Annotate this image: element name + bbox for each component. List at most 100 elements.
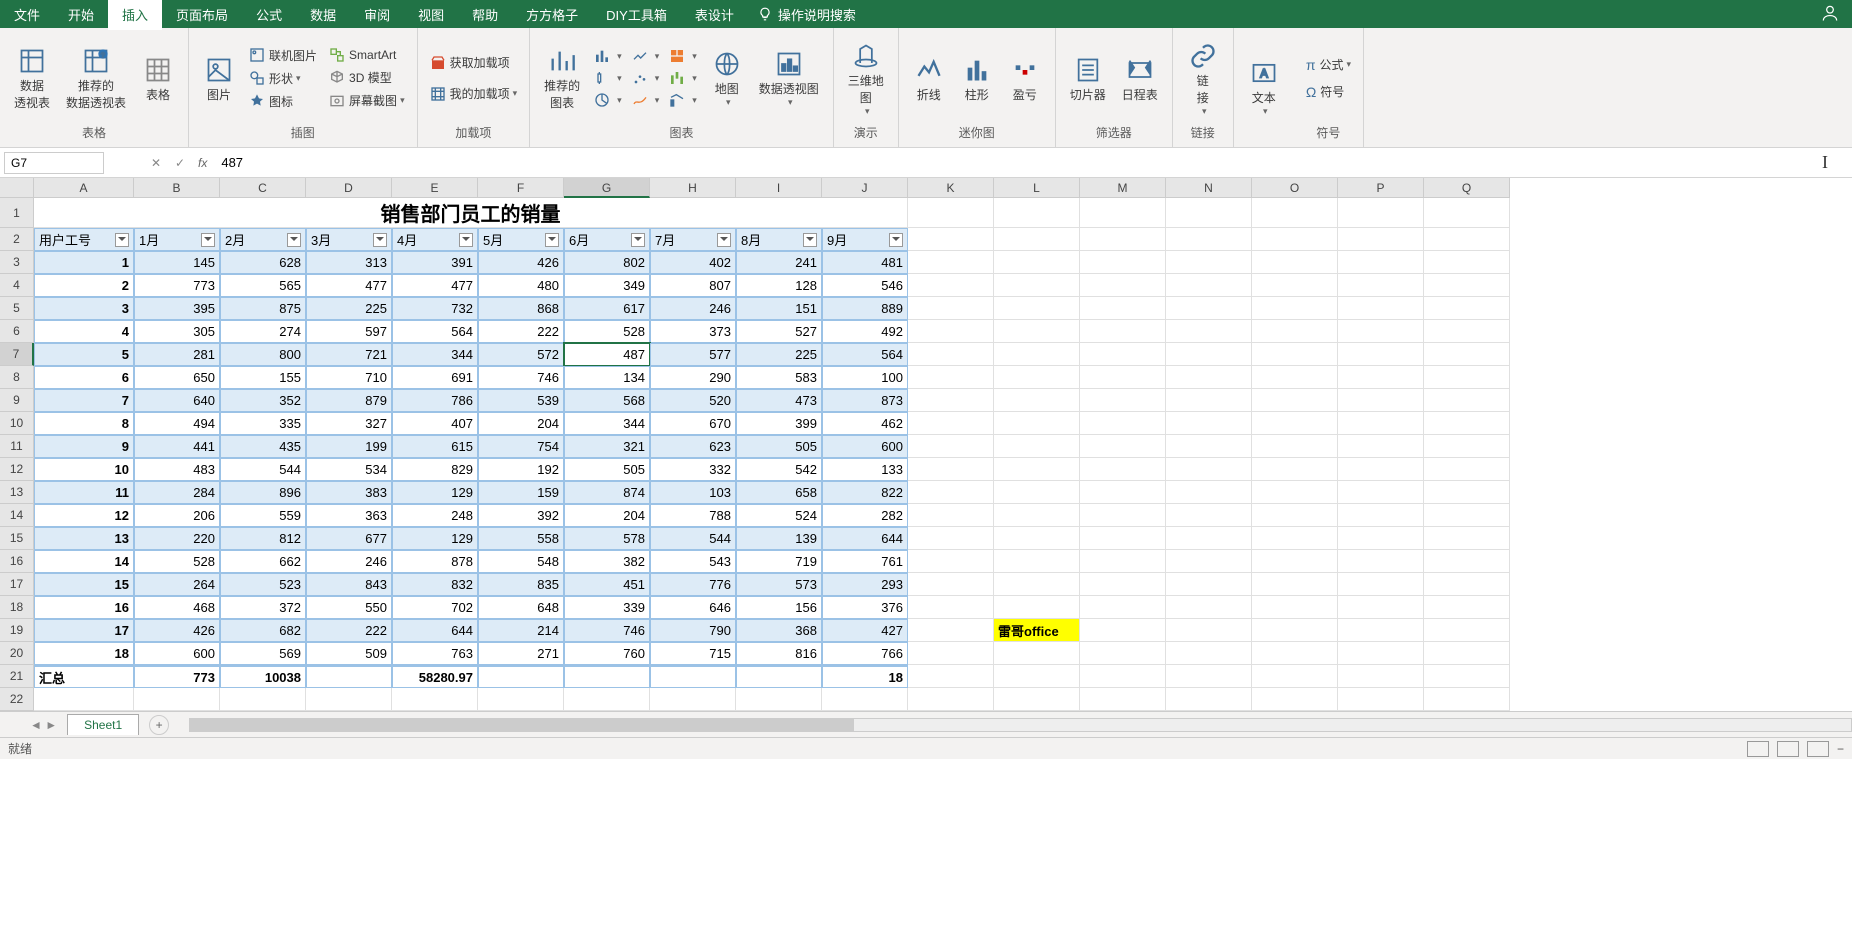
table-cell[interactable]: 773 — [134, 274, 220, 297]
empty-cell[interactable] — [1424, 297, 1510, 320]
empty-cell[interactable] — [1166, 550, 1252, 573]
empty-cell[interactable] — [1338, 458, 1424, 481]
zoom-out-button[interactable]: − — [1837, 742, 1844, 756]
table-cell[interactable]: 373 — [650, 320, 736, 343]
empty-cell[interactable] — [1166, 665, 1252, 688]
empty-cell[interactable] — [1424, 251, 1510, 274]
table-cell[interactable]: 670 — [650, 412, 736, 435]
empty-cell[interactable] — [1166, 343, 1252, 366]
table-cell[interactable]: 879 — [306, 389, 392, 412]
table-cell[interactable]: 487 — [564, 343, 650, 366]
column-header[interactable]: B — [134, 178, 220, 198]
table-cell[interactable]: 206 — [134, 504, 220, 527]
empty-cell[interactable] — [908, 642, 994, 665]
empty-cell[interactable] — [908, 481, 994, 504]
chart-hier-button[interactable] — [665, 46, 701, 66]
totals-label-cell[interactable]: 汇总 — [34, 665, 134, 688]
table-cell[interactable]: 662 — [220, 550, 306, 573]
table-cell[interactable]: 648 — [478, 596, 564, 619]
table-header-cell[interactable]: 用户工号 — [34, 228, 134, 251]
empty-cell[interactable] — [1424, 458, 1510, 481]
table-cell[interactable]: 368 — [736, 619, 822, 642]
table-cell[interactable]: 746 — [564, 619, 650, 642]
filter-button[interactable] — [287, 233, 301, 247]
table-cell[interactable]: 246 — [650, 297, 736, 320]
empty-cell[interactable] — [1338, 228, 1424, 251]
sparkline-line-button[interactable]: 折线 — [907, 52, 951, 105]
empty-cell[interactable] — [908, 228, 994, 251]
table-cell[interactable]: 558 — [478, 527, 564, 550]
sheet-nav-arrows[interactable]: ◄ ► — [30, 718, 57, 732]
shapes-button[interactable]: 形状 — [245, 68, 321, 89]
table-cell[interactable]: 746 — [478, 366, 564, 389]
row-header[interactable]: 18 — [0, 596, 34, 619]
empty-cell[interactable] — [1252, 274, 1338, 297]
empty-cell[interactable] — [1338, 274, 1424, 297]
table-cell[interactable]: 832 — [392, 573, 478, 596]
row-header[interactable]: 1 — [0, 198, 34, 228]
formula-input[interactable] — [213, 153, 1822, 172]
table-cell[interactable]: 16 — [34, 596, 134, 619]
empty-cell[interactable] — [994, 274, 1080, 297]
empty-cell[interactable] — [1080, 573, 1166, 596]
table-cell[interactable]: 568 — [564, 389, 650, 412]
table-header-cell[interactable]: 7月 — [650, 228, 736, 251]
table-title-cell[interactable]: 销售部门员工的销量 — [34, 198, 908, 228]
table-cell[interactable]: 3 — [34, 297, 134, 320]
table-cell[interactable]: 623 — [650, 435, 736, 458]
empty-cell[interactable] — [1080, 412, 1166, 435]
empty-cell[interactable] — [1338, 596, 1424, 619]
table-cell[interactable]: 640 — [134, 389, 220, 412]
table-cell[interactable]: 339 — [564, 596, 650, 619]
empty-cell[interactable] — [908, 412, 994, 435]
empty-cell[interactable] — [908, 343, 994, 366]
confirm-formula-button[interactable]: ✓ — [168, 151, 192, 175]
empty-cell[interactable] — [1080, 366, 1166, 389]
empty-cell[interactable] — [1166, 642, 1252, 665]
table-cell[interactable]: 222 — [478, 320, 564, 343]
name-box[interactable] — [4, 152, 104, 174]
empty-cell[interactable] — [994, 412, 1080, 435]
empty-cell[interactable] — [1338, 688, 1424, 711]
recommended-pivot-button[interactable]: ? 推荐的 数据透视表 — [60, 43, 132, 113]
table-cell[interactable]: 578 — [564, 527, 650, 550]
filter-button[interactable] — [889, 233, 903, 247]
empty-cell[interactable] — [1252, 665, 1338, 688]
view-normal-button[interactable] — [1747, 741, 1769, 757]
empty-cell[interactable] — [994, 481, 1080, 504]
maps-button[interactable]: 地图 — [705, 46, 749, 110]
table-cell[interactable]: 878 — [392, 550, 478, 573]
column-header[interactable]: G — [564, 178, 650, 198]
table-cell[interactable]: 473 — [736, 389, 822, 412]
table-cell[interactable]: 220 — [134, 527, 220, 550]
table-button[interactable]: 表格 — [136, 52, 180, 105]
table-cell[interactable]: 505 — [564, 458, 650, 481]
empty-cell[interactable] — [1252, 389, 1338, 412]
table-header-cell[interactable]: 3月 — [306, 228, 392, 251]
table-cell[interactable]: 550 — [306, 596, 392, 619]
empty-cell[interactable] — [994, 527, 1080, 550]
empty-cell[interactable] — [1424, 412, 1510, 435]
empty-cell[interactable] — [908, 573, 994, 596]
table-cell[interactable]: 468 — [134, 596, 220, 619]
text-button[interactable]: A文本 — [1242, 55, 1286, 119]
empty-cell[interactable] — [1166, 619, 1252, 642]
table-cell[interactable]: 812 — [220, 527, 306, 550]
table-cell[interactable]: 715 — [650, 642, 736, 665]
empty-cell[interactable] — [1424, 481, 1510, 504]
menu-tab-方方格子[interactable]: 方方格子 — [512, 0, 592, 30]
table-cell[interactable]: 492 — [822, 320, 908, 343]
empty-cell[interactable] — [1424, 274, 1510, 297]
empty-cell[interactable] — [1080, 389, 1166, 412]
empty-cell[interactable] — [994, 665, 1080, 688]
menu-tab-DIY工具箱[interactable]: DIY工具箱 — [592, 0, 681, 30]
table-cell[interactable]: 451 — [564, 573, 650, 596]
empty-cell[interactable] — [1338, 343, 1424, 366]
empty-cell[interactable] — [1166, 481, 1252, 504]
empty-cell[interactable] — [908, 458, 994, 481]
table-cell[interactable]: 15 — [34, 573, 134, 596]
table-cell[interactable]: 281 — [134, 343, 220, 366]
empty-cell[interactable] — [908, 688, 994, 711]
select-all-corner[interactable] — [0, 178, 34, 198]
table-cell[interactable]: 103 — [650, 481, 736, 504]
